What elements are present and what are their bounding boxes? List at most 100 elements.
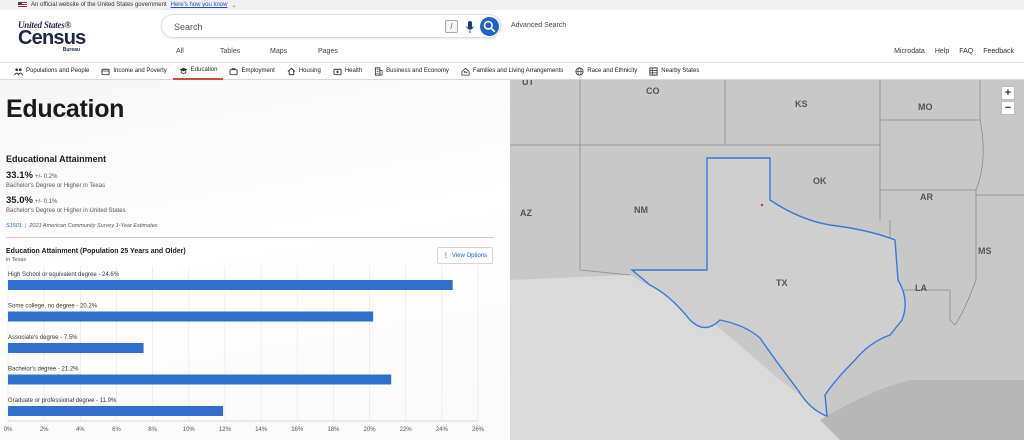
map-label-co: CO [646, 86, 660, 96]
x-tick-label: 2% [40, 427, 49, 433]
topic-income-and-poverty[interactable]: Income and Poverty [95, 62, 172, 80]
x-tick-label: 6% [112, 427, 121, 433]
topic-health[interactable]: Health [327, 62, 368, 80]
location-marker-icon [760, 203, 764, 207]
source-survey: 2021 American Community Survey 1-Year Es… [29, 223, 158, 229]
search-tabs: All Tables Maps Pages [176, 48, 358, 55]
x-tick-label: 10% [183, 427, 196, 433]
search-tab-all[interactable]: All [176, 48, 220, 55]
search-tab-tables[interactable]: Tables [220, 48, 270, 55]
advanced-search-link[interactable]: Advanced Search [511, 22, 566, 29]
search-button[interactable] [480, 17, 499, 36]
zoom-out-button[interactable]: − [1001, 101, 1015, 115]
topic-housing[interactable]: Housing [281, 62, 327, 80]
topic-nav: Populations and People Income and Povert… [0, 62, 1024, 80]
faq-link[interactable]: FAQ [959, 48, 973, 55]
state-map[interactable]: UT CO KS MO OK AR AZ NM TX LA MS + − [510, 80, 1024, 440]
bar[interactable] [8, 343, 144, 353]
utility-nav: Microdata Help FAQ Feedback [894, 48, 1014, 55]
people-icon [14, 67, 23, 75]
map-label-az: AZ [520, 208, 532, 218]
education-attainment-chart: 0% 2% 4% 6% 8% 10% 12% 14% 16% 18% 20% 22% 24% 26% Hig… [4, 266, 485, 433]
x-tick-label: 24% [436, 427, 449, 433]
medical-kit-icon [333, 68, 342, 75]
us-bachelors-value: 35.0% [6, 195, 33, 206]
source-citation: S1501 | 2021 American Community Survey 1-Y… [6, 223, 158, 229]
topic-education[interactable]: Education [172, 62, 224, 80]
map-canvas[interactable]: UT CO KS MO OK AR AZ NM TX LA MS [510, 80, 1024, 440]
topic-families-and-living-arrangements[interactable]: Families and Living Arrangements [455, 62, 569, 80]
microphone-icon[interactable] [465, 20, 475, 34]
map-label-ar: AR [920, 192, 933, 202]
house-icon [287, 67, 296, 75]
page-title: Education [6, 95, 125, 123]
educational-attainment-heading: Educational Attainment [6, 154, 107, 164]
bar-label: Bachelor's degree - 21.2% [8, 367, 79, 373]
topic-employment[interactable]: Employment [223, 62, 280, 80]
search-icon [483, 20, 496, 33]
us-bachelors-stat: 35.0% +/- 0.1% [6, 195, 57, 206]
us-flag-icon [18, 2, 27, 8]
profile-panel: Education Educational Attainment 33.1% +/… [0, 80, 510, 440]
building-icon [375, 66, 383, 76]
x-tick-label: 22% [400, 427, 413, 433]
x-tick-label: 18% [327, 427, 340, 433]
map-label-ks: KS [795, 99, 808, 109]
us-bachelors-desc: Bachelor's Degree or Higher in United St… [6, 208, 126, 214]
map-label-tx: TX [776, 278, 788, 288]
bar[interactable] [8, 374, 392, 385]
map-label-nm: NM [634, 205, 648, 215]
bar[interactable] [8, 406, 224, 416]
zoom-in-button[interactable]: + [1001, 86, 1015, 100]
x-tick-label: 16% [291, 427, 304, 433]
view-options-button[interactable]: ⋮ View Options [437, 247, 493, 264]
chart-subtitle: in Texas [6, 257, 27, 263]
bar-label: Some college, no degree - 20.2% [8, 304, 98, 310]
search-tab-pages[interactable]: Pages [318, 48, 358, 55]
slash-shortcut-key: / [445, 20, 458, 33]
section-divider [6, 237, 494, 238]
topic-nearby-states[interactable]: Nearby States [643, 62, 705, 80]
census-logo[interactable]: United States® Census Bureau [18, 20, 88, 56]
bar-label: Associate's degree - 7.5% [8, 335, 78, 341]
more-vertical-icon: ⋮ [442, 253, 449, 259]
wallet-icon [101, 68, 110, 75]
texas-bachelors-desc: Bachelor's Degree or Higher in Texas [6, 183, 106, 189]
x-tick-label: 0% [4, 427, 13, 433]
x-tick-label: 12% [219, 427, 232, 433]
official-banner: An official website of the United States… [0, 0, 1024, 10]
topic-populations-and-people[interactable]: Populations and People [8, 62, 95, 80]
x-tick-label: 8% [148, 427, 157, 433]
official-banner-text: An official website of the United States… [31, 2, 167, 8]
x-tick-label: 4% [76, 427, 85, 433]
source-table-link[interactable]: S1501 [6, 223, 22, 229]
globe-people-icon [575, 66, 584, 76]
map-label-mo: MO [918, 102, 933, 112]
map-label-ok: OK [813, 176, 827, 186]
topic-race-and-ethnicity[interactable]: Race and Ethnicity [569, 62, 643, 80]
chevron-down-icon[interactable]: ⌄ [231, 2, 236, 9]
bar-label: Graduate or professional degree - 11.9% [8, 398, 117, 404]
graduation-cap-icon [179, 67, 188, 74]
search-bar: / [161, 14, 501, 38]
search-tab-maps[interactable]: Maps [270, 48, 318, 55]
x-tick-label: 26% [472, 427, 485, 433]
help-link[interactable]: Help [935, 48, 949, 55]
feedback-link[interactable]: Feedback [983, 48, 1014, 55]
logo-main-text: Census [18, 27, 86, 49]
map-label-ut: UT [522, 80, 534, 87]
map-label-la: LA [915, 283, 927, 293]
microdata-link[interactable]: Microdata [894, 48, 925, 55]
texas-bachelors-moe: +/- 0.2% [34, 174, 58, 180]
x-tick-label: 14% [255, 427, 268, 433]
chart-title: Education Attainment (Population 25 Year… [6, 248, 186, 255]
texas-bachelors-stat: 33.1% +/- 0.2% [6, 170, 57, 181]
bar[interactable] [8, 280, 453, 290]
bar-label: High School or equivalent degree - 24.6% [8, 272, 120, 278]
bar[interactable] [8, 311, 374, 322]
heres-how-you-know-link[interactable]: Here's how you know [171, 2, 228, 8]
briefcase-icon [229, 67, 239, 75]
topic-business-and-economy[interactable]: Business and Economy [368, 62, 455, 80]
search-input[interactable] [174, 19, 434, 34]
texas-bachelors-value: 33.1% [6, 170, 33, 181]
